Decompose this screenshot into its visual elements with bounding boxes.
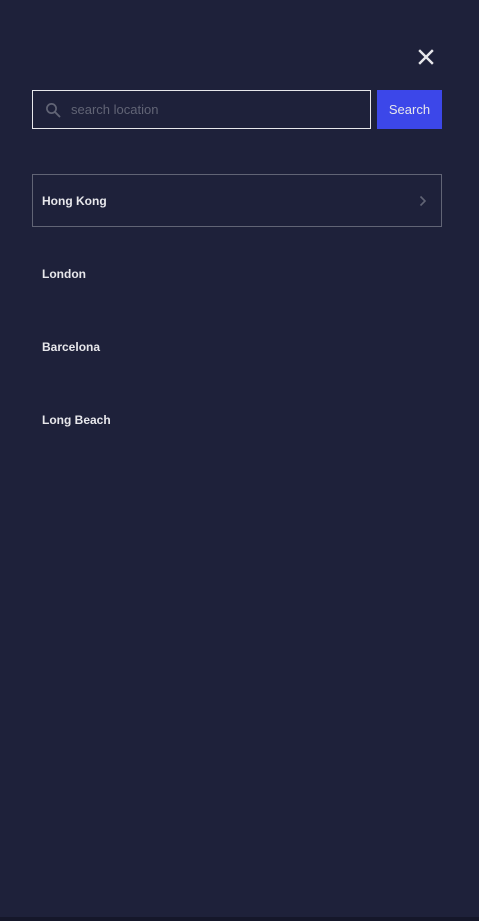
search-icon (44, 101, 62, 119)
location-item-london[interactable]: London (32, 247, 442, 300)
location-list: Hong Kong London Barcelona Long Beach (32, 174, 442, 466)
search-input[interactable] (71, 92, 370, 127)
location-item-hong-kong[interactable]: Hong Kong (32, 174, 442, 227)
search-field (32, 90, 371, 129)
search-button[interactable]: Search (377, 90, 442, 129)
location-label: Long Beach (42, 412, 111, 427)
close-button[interactable] (414, 45, 438, 69)
bottom-edge (0, 917, 479, 921)
search-row: Search (32, 90, 442, 129)
location-label: Barcelona (42, 339, 101, 354)
close-icon (418, 49, 434, 65)
location-label: Hong Kong (42, 193, 107, 208)
location-item-long-beach[interactable]: Long Beach (32, 393, 442, 446)
chevron-right-icon (417, 195, 429, 207)
location-item-barcelona[interactable]: Barcelona (32, 320, 442, 373)
location-label: London (42, 266, 86, 281)
